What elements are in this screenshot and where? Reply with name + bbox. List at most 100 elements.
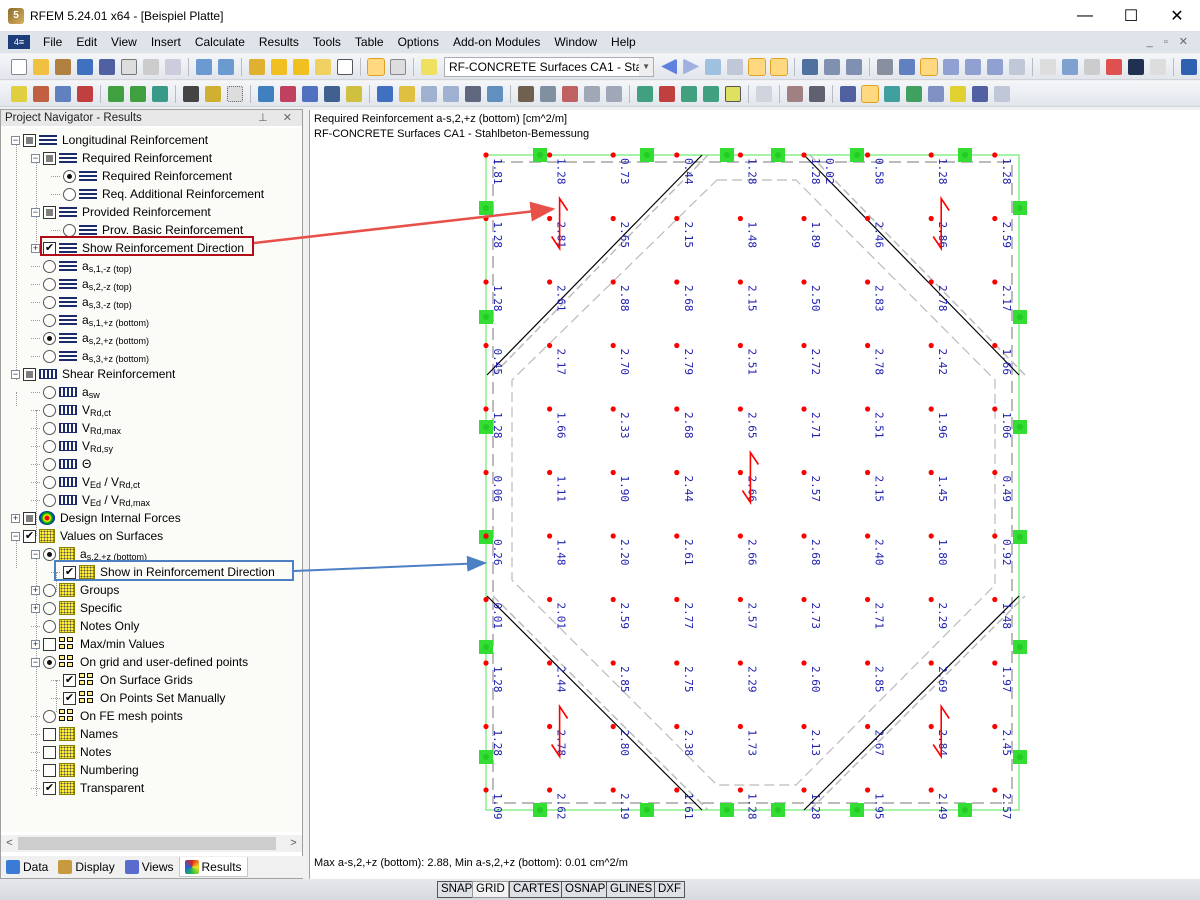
horizontal-scrollbar[interactable]: < >	[1, 835, 302, 852]
copy-icon[interactable]	[346, 85, 362, 102]
view-plane-2-icon[interactable]	[943, 58, 960, 75]
collapse-icon[interactable]: −	[31, 207, 40, 217]
tree-item[interactable]: Notes	[31, 743, 111, 761]
table-toggle-icon[interactable]	[389, 58, 406, 75]
menu-calculate[interactable]: Calculate	[188, 35, 252, 49]
tree-item[interactable]: VRd,ct	[31, 401, 111, 419]
display-icon[interactable]	[487, 85, 503, 102]
menu-results[interactable]: Results	[252, 35, 306, 49]
camera-icon[interactable]	[809, 85, 825, 102]
graphics-view[interactable]: Required Reinforcement a-s,2,+z (bottom)…	[309, 110, 1200, 879]
rendering-icon[interactable]	[877, 58, 894, 75]
mirror-icon[interactable]	[1084, 58, 1101, 75]
new-file-icon[interactable]	[11, 58, 27, 75]
solid-icon[interactable]	[324, 85, 340, 102]
result-values-off-icon[interactable]	[727, 58, 744, 75]
result-diagram-icon[interactable]	[846, 58, 863, 75]
iso-view-icon[interactable]	[584, 85, 600, 102]
result-table-icon[interactable]	[824, 58, 841, 75]
view-z-icon[interactable]	[681, 85, 697, 102]
menu-add-on-modules[interactable]: Add-on Modules	[446, 35, 547, 49]
window-icon[interactable]	[336, 58, 353, 75]
checkbox[interactable]	[43, 745, 56, 759]
menu-options[interactable]: Options	[391, 35, 446, 49]
radio[interactable]	[43, 601, 56, 615]
tree-item[interactable]: VEd / VRd,max	[31, 491, 150, 509]
tree-item[interactable]: ✔ Transparent	[31, 779, 144, 797]
support-reactions-icon[interactable]	[906, 85, 922, 102]
result-beam-icon[interactable]	[840, 85, 856, 102]
osnap-toggle[interactable]: OSNAP	[561, 881, 610, 898]
radio[interactable]	[63, 187, 76, 201]
view-minus-x-icon[interactable]	[703, 85, 719, 102]
tree-item[interactable]: Required Reinforcement	[51, 167, 232, 185]
tree-item[interactable]: + Design Internal Forces	[11, 509, 181, 527]
results-on-icon[interactable]	[314, 58, 331, 75]
print-icon[interactable]	[143, 58, 159, 75]
radio-selected[interactable]	[43, 655, 56, 669]
checkbox-partial[interactable]	[23, 511, 36, 525]
menu-window[interactable]: Window	[547, 35, 604, 49]
zoom-icon[interactable]	[540, 85, 556, 102]
result-section-icon[interactable]	[928, 85, 944, 102]
menu-edit[interactable]: Edit	[69, 35, 104, 49]
tree-item[interactable]: Notes Only	[31, 617, 139, 635]
new-node-icon[interactable]	[11, 85, 27, 102]
tree-item[interactable]: as,2,-z (top)	[31, 275, 132, 293]
undo-icon[interactable]	[195, 58, 212, 75]
view-y-icon[interactable]	[659, 85, 675, 102]
checkbox-checked[interactable]: ✔	[43, 781, 56, 795]
dimension-icon[interactable]	[1009, 58, 1026, 75]
result-deformation-icon[interactable]	[705, 58, 722, 75]
section-icon[interactable]	[756, 85, 772, 102]
grid-1-icon[interactable]	[421, 85, 437, 102]
radio[interactable]	[43, 295, 56, 309]
connect-icon[interactable]	[377, 85, 393, 102]
visibility-icon[interactable]	[725, 85, 741, 102]
dlubal-logo-icon[interactable]: 4≡	[8, 35, 30, 49]
line-support-icon[interactable]	[130, 85, 146, 102]
animation-icon[interactable]	[802, 58, 819, 75]
tree-item[interactable]: as,2,+z (bottom)	[31, 329, 149, 347]
scroll-thumb[interactable]	[18, 837, 276, 850]
radio[interactable]	[43, 259, 56, 273]
radio[interactable]	[43, 277, 56, 291]
save-icon[interactable]	[99, 58, 115, 75]
menu-help[interactable]: Help	[604, 35, 643, 49]
zoom-all-icon[interactable]	[562, 85, 578, 102]
3d-view-icon[interactable]	[606, 85, 622, 102]
tree-item[interactable]: Θ	[31, 455, 91, 473]
dxf-toggle[interactable]: DXF	[654, 881, 685, 898]
collapse-icon[interactable]: −	[31, 153, 40, 163]
radio[interactable]	[43, 439, 56, 453]
collapse-icon[interactable]: −	[31, 657, 40, 667]
grid-toggle[interactable]: GRID	[472, 881, 509, 898]
nodal-support-icon[interactable]	[108, 85, 124, 102]
expand-icon[interactable]: +	[31, 243, 40, 253]
result-diagram-2-icon[interactable]	[972, 85, 988, 102]
checkbox-partial[interactable]	[23, 133, 36, 147]
radio[interactable]	[43, 313, 56, 327]
result-table-2-icon[interactable]	[994, 85, 1010, 102]
tree-item[interactable]: VEd / VRd,ct	[31, 473, 140, 491]
delete-icon[interactable]	[1106, 58, 1123, 75]
scroll-right-icon[interactable]: >	[285, 835, 302, 852]
tree-item[interactable]: − Required Reinforcement	[31, 149, 212, 167]
show-results-icon[interactable]	[748, 57, 767, 76]
checkbox[interactable]	[43, 763, 56, 777]
checkbox-partial[interactable]	[43, 151, 56, 165]
tree-item[interactable]: − ✔ Values on Surfaces	[11, 527, 163, 545]
menu-insert[interactable]: Insert	[144, 35, 188, 49]
tree-item[interactable]: ✔ On Surface Grids	[51, 671, 193, 689]
navigator-toggle-icon[interactable]	[366, 57, 385, 76]
close-button[interactable]: ✕	[1154, 0, 1200, 31]
cartes-toggle[interactable]: CARTES	[509, 881, 564, 898]
scroll-left-icon[interactable]: <	[1, 835, 18, 852]
menu-view[interactable]: View	[104, 35, 144, 49]
tab-display[interactable]: Display	[53, 857, 119, 877]
tree-item[interactable]: VRd,sy	[31, 437, 113, 455]
new-member-icon[interactable]	[55, 85, 71, 102]
tree-item[interactable]: Names	[31, 725, 118, 743]
archive-icon[interactable]	[55, 58, 71, 75]
load-nodal-icon[interactable]	[258, 85, 274, 102]
